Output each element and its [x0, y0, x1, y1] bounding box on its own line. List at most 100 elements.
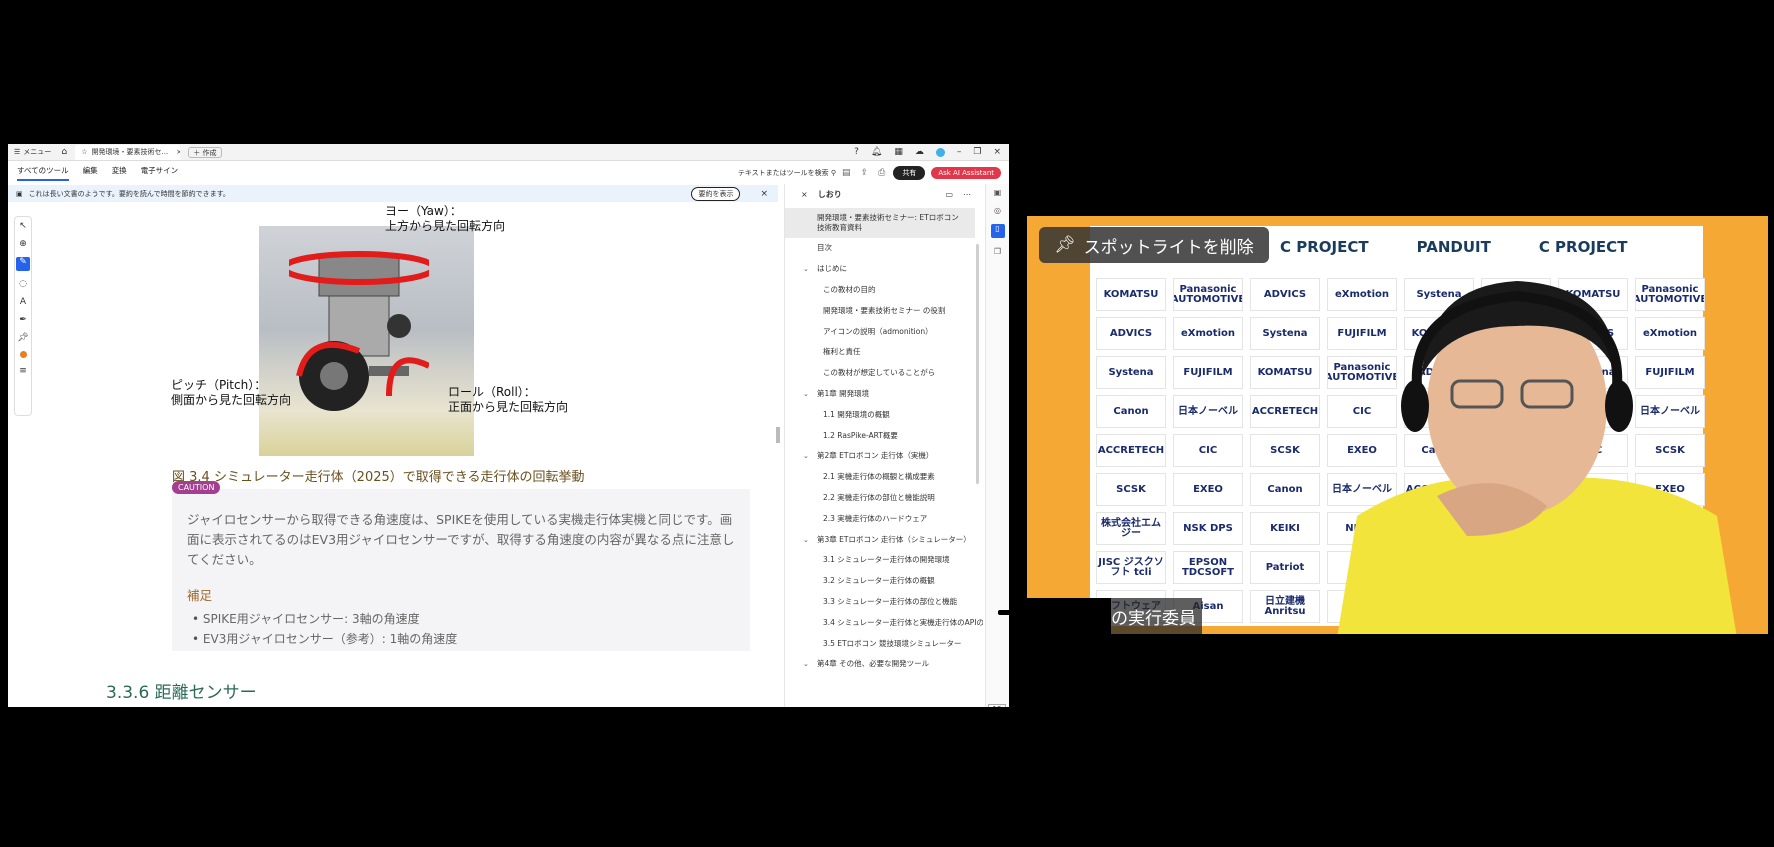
name-suffix: の実行委員: [1111, 608, 1196, 629]
bookmarks-scrollbar[interactable]: [976, 244, 979, 484]
bookmark-item[interactable]: ⌄ 第2章 ETロボコン 走行体（実機）: [785, 446, 975, 467]
bookmark-item[interactable]: 2.1 実機走行体の概観と構成要素: [785, 467, 975, 488]
home-icon[interactable]: ⌂: [57, 147, 71, 157]
bookmark-item[interactable]: 1.1 開発環境の概観: [785, 404, 975, 425]
tab-edit[interactable]: 編集: [83, 165, 98, 181]
sponsor-logo: JISC ジスクソフト tcli: [1096, 551, 1166, 584]
video-tile: C PROJECT PANDUIT C PROJECT KOMATSU Panas…: [1027, 216, 1768, 634]
comment-icon[interactable]: ◎: [994, 206, 1001, 215]
close-window-icon[interactable]: ×: [993, 147, 1001, 157]
list-item: SPIKE用ジャイロセンサー: 3軸の角速度: [192, 609, 457, 629]
caution-tag: CAUTION: [172, 481, 221, 494]
shared-screen: ☰ メニュー ⌂ ☆ 開発環境・要素技術セ... × ＋ 作成 ? 🔔︎ ▦ ☁…: [8, 144, 1009, 707]
video-artifact-dot: [1059, 699, 1095, 735]
tab-convert[interactable]: 変換: [112, 165, 127, 181]
bell-icon[interactable]: 🔔︎: [871, 147, 882, 157]
bookmark-icon[interactable]: ▯: [990, 224, 1005, 238]
bookmark-item[interactable]: 2.2 実機走行体の部位と機能説明: [785, 488, 975, 509]
restore-icon[interactable]: ❐: [973, 147, 981, 157]
redacted-name: [1027, 598, 1111, 634]
sponsor-logo: Systena: [1096, 356, 1166, 389]
bookmark-item[interactable]: この教材が想定していることがら: [785, 363, 975, 384]
cloud-icon[interactable]: ☁: [915, 147, 924, 157]
avatar[interactable]: [935, 147, 945, 157]
bookmark-item[interactable]: 目次: [785, 238, 975, 259]
bookmark-item[interactable]: ⌄ 第3章 ETロボコン 走行体（シミュレーター）: [785, 529, 975, 550]
help-icon[interactable]: ?: [854, 147, 859, 157]
tab-title: 開発環境・要素技術セ...: [91, 148, 169, 156]
save-icon[interactable]: ▤: [842, 168, 851, 178]
bookmark-item[interactable]: ⌄ 第4章 その他、必要な開発ツール: [785, 654, 975, 675]
bookmark-label: 第2章 ETロボコン 走行体（実機）: [817, 451, 934, 461]
remove-spotlight-button[interactable]: 📌︎ スポットライトを削除: [1039, 227, 1269, 263]
menu-button[interactable]: ☰ メニュー: [8, 147, 57, 157]
text-box-icon[interactable]: A: [20, 297, 26, 307]
supplement-title: 補足: [187, 588, 213, 603]
print-icon[interactable]: ⎙: [878, 168, 885, 178]
copy-icon[interactable]: ❐: [994, 247, 1001, 256]
star-icon[interactable]: ☆: [81, 148, 87, 156]
bookmark-item[interactable]: アイコンの説明（admonition）: [785, 321, 975, 342]
add-bookmark-icon[interactable]: ▭: [945, 190, 953, 199]
bookmark-label: アイコンの説明（admonition）: [823, 326, 933, 336]
more-tools-icon[interactable]: ≡: [19, 366, 27, 376]
chevron-down-icon[interactable]: ⌄: [803, 659, 809, 669]
video-artifact-dot: [1499, 787, 1535, 823]
bookmark-label: この教材の目的: [823, 284, 876, 294]
bookmark-item[interactable]: 3.3 シミュレーター走行体の部位と機能: [785, 592, 975, 613]
bookmark-item[interactable]: 開発環境・要素技術セミナー: ETロボコン技術教育資料: [785, 208, 975, 238]
cursor-icon[interactable]: ↖: [19, 221, 27, 231]
chevron-down-icon[interactable]: ⌄: [803, 535, 809, 545]
tool-search[interactable]: テキストまたはツールを検索 ⚲: [738, 168, 836, 178]
tab-all-tools[interactable]: すべてのツール: [17, 165, 69, 181]
pen-icon[interactable]: ✎: [16, 257, 30, 271]
bookmark-item[interactable]: 3.2 シミュレーター走行体の概観: [785, 571, 975, 592]
show-summary-button[interactable]: 要約を表示: [691, 186, 741, 201]
zoom-comment-icon[interactable]: ⊕: [19, 239, 27, 249]
bookmark-item[interactable]: 3.5 ETロボコン 競技環境シミュレーター: [785, 633, 975, 654]
sponsor-logo: Canon: [1096, 395, 1166, 428]
bookmark-item[interactable]: ⌄ 第1章 開発環境: [785, 384, 975, 405]
close-tab-icon[interactable]: ×: [176, 148, 180, 156]
section-heading: 3.3.6 距離センサー: [106, 683, 257, 703]
roll-description: 正面から見た回転方向: [448, 400, 569, 414]
ai-assistant-button[interactable]: Ask AI Assistant: [931, 167, 1001, 179]
bookmark-item[interactable]: ⌄ はじめに: [785, 259, 975, 280]
stamp-icon[interactable]: ✒: [19, 315, 27, 325]
upload-icon[interactable]: ⇪: [861, 168, 869, 178]
bookmark-item[interactable]: 開発環境・要素技術セミナー の役割: [785, 300, 975, 321]
bookmark-item[interactable]: 3.1 シミュレーター走行体の開発環境: [785, 550, 975, 571]
close-panel-icon[interactable]: ×: [801, 190, 808, 199]
page-indicator: 19 49: [988, 704, 1006, 707]
apps-icon[interactable]: ▦: [894, 147, 903, 157]
document-tab[interactable]: ☆ 開発環境・要素技術セ... ×: [75, 144, 181, 160]
pin-icon[interactable]: 📌︎: [17, 333, 28, 343]
bookmark-item[interactable]: 権利と責任: [785, 342, 975, 363]
chevron-down-icon[interactable]: ⌄: [803, 389, 809, 399]
bookmark-label: 開発環境・要素技術セミナー の役割: [823, 305, 946, 315]
bookmark-item[interactable]: 2.3 実機走行体のハードウェア: [785, 508, 975, 529]
sponsor-logo: Panasonic AUTOMOTIVE: [1173, 278, 1243, 311]
figure-caption: 図 3.4 シミュレーター走行体（2025）で取得できる走行体の回転挙動: [172, 470, 585, 485]
current-page[interactable]: 19: [988, 704, 1006, 707]
sponsor-logo: KEIKI: [1250, 512, 1320, 545]
chevron-down-icon[interactable]: ⌄: [803, 264, 809, 274]
sponsor-logo: KOMATSU: [1096, 278, 1166, 311]
bookmark-item[interactable]: この教材の目的: [785, 280, 975, 301]
share-button[interactable]: 共有: [893, 166, 926, 180]
ai-icon[interactable]: ▣: [994, 188, 1002, 197]
more-options-icon[interactable]: ⋯: [963, 190, 971, 199]
close-notice-icon[interactable]: ×: [760, 189, 768, 199]
tab-esign[interactable]: 電子サイン: [141, 165, 179, 181]
lasso-icon[interactable]: ◌: [19, 279, 27, 289]
minimize-icon[interactable]: –: [957, 147, 962, 157]
notice-text: これは長い文書のようです。要約を読んで時間を節約できます。: [28, 189, 230, 198]
chevron-down-icon[interactable]: ⌄: [803, 451, 809, 461]
bookmark-label: 3.3 シミュレーター走行体の部位と機能: [823, 596, 958, 606]
color-picker-icon[interactable]: [19, 351, 27, 358]
bookmark-item[interactable]: 3.4 シミュレーター走行体と実機走行体のAPIの違い: [785, 612, 983, 633]
sponsor-logo: PANDUIT: [1416, 238, 1491, 256]
panel-splitter[interactable]: [776, 427, 780, 443]
bookmark-item[interactable]: 1.2 RasPike-ART概要: [785, 425, 975, 446]
new-tab-button[interactable]: ＋ 作成: [188, 146, 222, 158]
